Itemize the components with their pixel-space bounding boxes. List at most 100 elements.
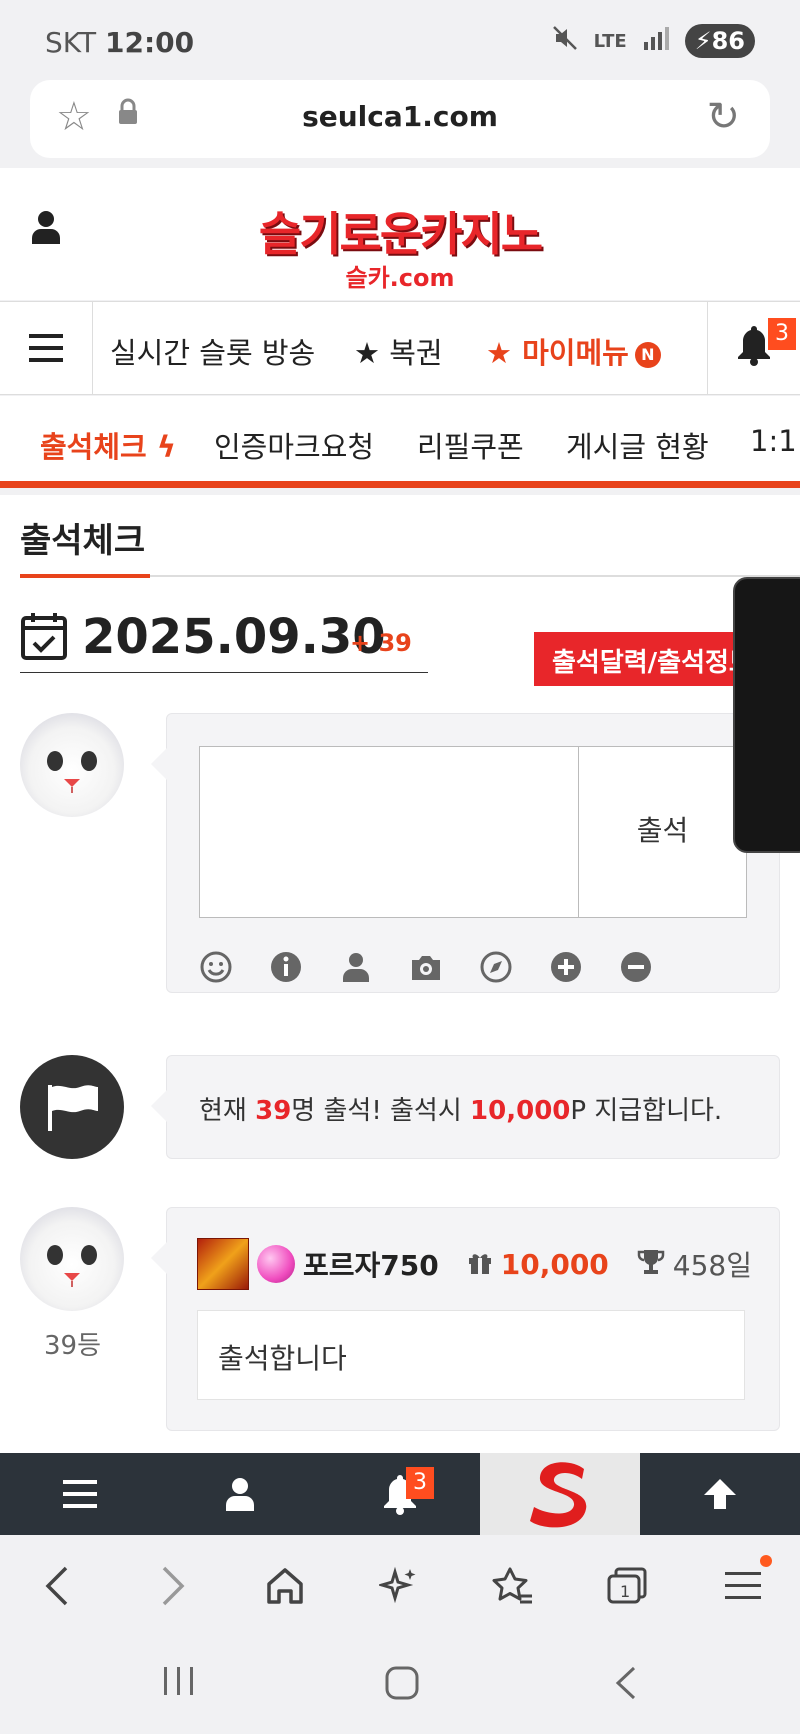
avatar [20, 713, 124, 817]
notice-points: 10,000 [470, 1096, 571, 1126]
attendance-comment: 출석합니다 [197, 1310, 745, 1400]
scroll-top-button[interactable] [640, 1453, 800, 1535]
browser-menu-button[interactable] [716, 1559, 770, 1613]
rabbit-avatar-icon [47, 751, 97, 793]
recent-apps-button[interactable] [162, 1665, 196, 1701]
url-bar[interactable]: ☆ seulca1.com ↻ [30, 80, 770, 158]
title-divider [20, 574, 800, 578]
tab-cert-mark[interactable]: 인증마크요청 [214, 424, 374, 466]
home-button[interactable] [258, 1559, 312, 1613]
user-info: 포르자750 10,000 458일 [197, 1238, 752, 1290]
compass-icon[interactable] [479, 950, 513, 984]
system-navigation [0, 1635, 800, 1734]
url-text[interactable]: seulca1.com [30, 100, 770, 133]
notification-count-badge: 3 [406, 1467, 434, 1499]
forward-icon [162, 1566, 185, 1606]
page-title: 출석체크 [20, 521, 146, 561]
notice-count: 39 [255, 1096, 292, 1126]
lightning-icon: ϟ [156, 430, 176, 464]
back-button[interactable] [30, 1559, 84, 1613]
hamburger-menu-button[interactable] [0, 302, 93, 394]
user-tag-icon[interactable] [339, 950, 373, 984]
plus-circle-icon[interactable] [549, 950, 583, 984]
flag-icon [48, 1085, 98, 1131]
bookmarks-star-icon [492, 1567, 532, 1604]
tab-refill-coupon[interactable]: 리필쿠폰 [417, 424, 524, 466]
home-icon [267, 1568, 303, 1604]
nav-item-live-slot[interactable]: 실시간 슬롯 방송 [110, 330, 315, 372]
date-display: 2025.09.30 + 39 [20, 607, 428, 673]
site-header: 슬기로운카지노 슬카.com [0, 168, 800, 300]
attendance-entry: 포르자750 10,000 458일 출석합니다 [151, 1207, 780, 1431]
level-image [197, 1238, 249, 1290]
bottom-user-button[interactable] [160, 1453, 320, 1535]
home-system-button[interactable] [384, 1665, 420, 1705]
attendance-content: 출석체크 2025.09.30 + 39 출석달력/출석정보 출석 현재 39명… [0, 495, 800, 1453]
tab-attendance[interactable]: 출석체크 ϟ [40, 424, 176, 466]
mymenu-label: ★ 마이메뉴 [486, 336, 629, 370]
user-icon[interactable] [32, 210, 60, 248]
attendance-days: 458일 [672, 1249, 753, 1282]
editor-toolbar [199, 950, 653, 984]
back-chevron-icon [615, 1666, 636, 1700]
forward-button[interactable] [146, 1559, 200, 1613]
network-label: LTE [593, 30, 627, 52]
gem-icon [257, 1245, 295, 1283]
bottom-notification-button[interactable]: 3 [320, 1453, 480, 1535]
gift-icon [467, 1249, 493, 1279]
mute-icon [552, 25, 578, 57]
s-logo-icon [530, 1462, 587, 1528]
logo-title: 슬기로운카지노 [258, 207, 543, 261]
emoji-icon[interactable] [199, 950, 233, 984]
arrow-up-icon [704, 1479, 736, 1509]
minus-circle-icon[interactable] [619, 950, 653, 984]
nav-item-lottery[interactable]: ★ 복권 [354, 330, 443, 372]
sub-tabs: 출석체크 ϟ 인증마크요청 리필쿠폰 게시글 현황 1:1 [0, 396, 800, 488]
notification-button[interactable]: 3 [707, 302, 800, 394]
tab-one-to-one[interactable]: 1:1 [750, 424, 797, 458]
bottom-menu-button[interactable] [0, 1453, 160, 1535]
current-date: 2025.09.30 [82, 609, 386, 665]
calendar-icon [20, 611, 68, 665]
user-icon [226, 1478, 254, 1511]
username[interactable]: 포르자750 [303, 1244, 439, 1284]
battery-level: 86 [711, 27, 745, 55]
ai-button[interactable] [372, 1559, 426, 1613]
flag-badge [20, 1055, 124, 1159]
svg-text:1: 1 [620, 1582, 630, 1601]
new-badge: N [634, 342, 661, 368]
floating-window-thumbnail[interactable] [733, 577, 800, 853]
reload-icon[interactable]: ↻ [706, 94, 740, 140]
bookmarks-button[interactable] [486, 1559, 540, 1613]
signal-icon [643, 26, 669, 56]
tabs-button[interactable]: 1 [600, 1559, 654, 1613]
info-icon[interactable] [269, 950, 303, 984]
tab-attendance-label: 출석체크 [40, 430, 147, 464]
rabbit-avatar-icon [47, 1245, 97, 1287]
bell-icon [738, 326, 770, 366]
points-value: 10,000 [500, 1247, 609, 1281]
menu-icon [725, 1572, 761, 1599]
hamburger-icon [63, 1480, 97, 1508]
browser-toolbar: 1 [0, 1535, 800, 1635]
menu-notification-dot [760, 1555, 772, 1567]
back-system-button[interactable] [614, 1665, 638, 1705]
nav-item-mymenu[interactable]: ★ 마이메뉴 N [486, 330, 661, 372]
rank-label: 39등 [44, 1331, 102, 1361]
tabs-icon: 1 [607, 1567, 647, 1604]
sparkle-icon [379, 1566, 416, 1604]
hamburger-icon [29, 334, 63, 362]
bottom-logo-button[interactable] [480, 1453, 640, 1535]
attendance-comment-input[interactable] [199, 746, 579, 918]
site-logo[interactable]: 슬기로운카지노 슬카.com [245, 198, 555, 293]
tab-post-status[interactable]: 게시글 현황 [566, 424, 709, 466]
attend-button[interactable]: 출석 [579, 746, 747, 918]
back-icon [45, 1566, 68, 1606]
camera-icon[interactable] [409, 950, 443, 984]
carrier: SKT [45, 26, 97, 59]
main-nav: 실시간 슬롯 방송 ★ 복권 ★ 마이메뉴 N 3 [0, 301, 800, 395]
recents-icon [164, 1667, 193, 1695]
trophy-icon [637, 1248, 665, 1280]
notification-count-badge: 3 [768, 318, 796, 350]
attendance-notice: 현재 39명 출석! 출석시 10,000P 지급합니다. [151, 1055, 780, 1159]
